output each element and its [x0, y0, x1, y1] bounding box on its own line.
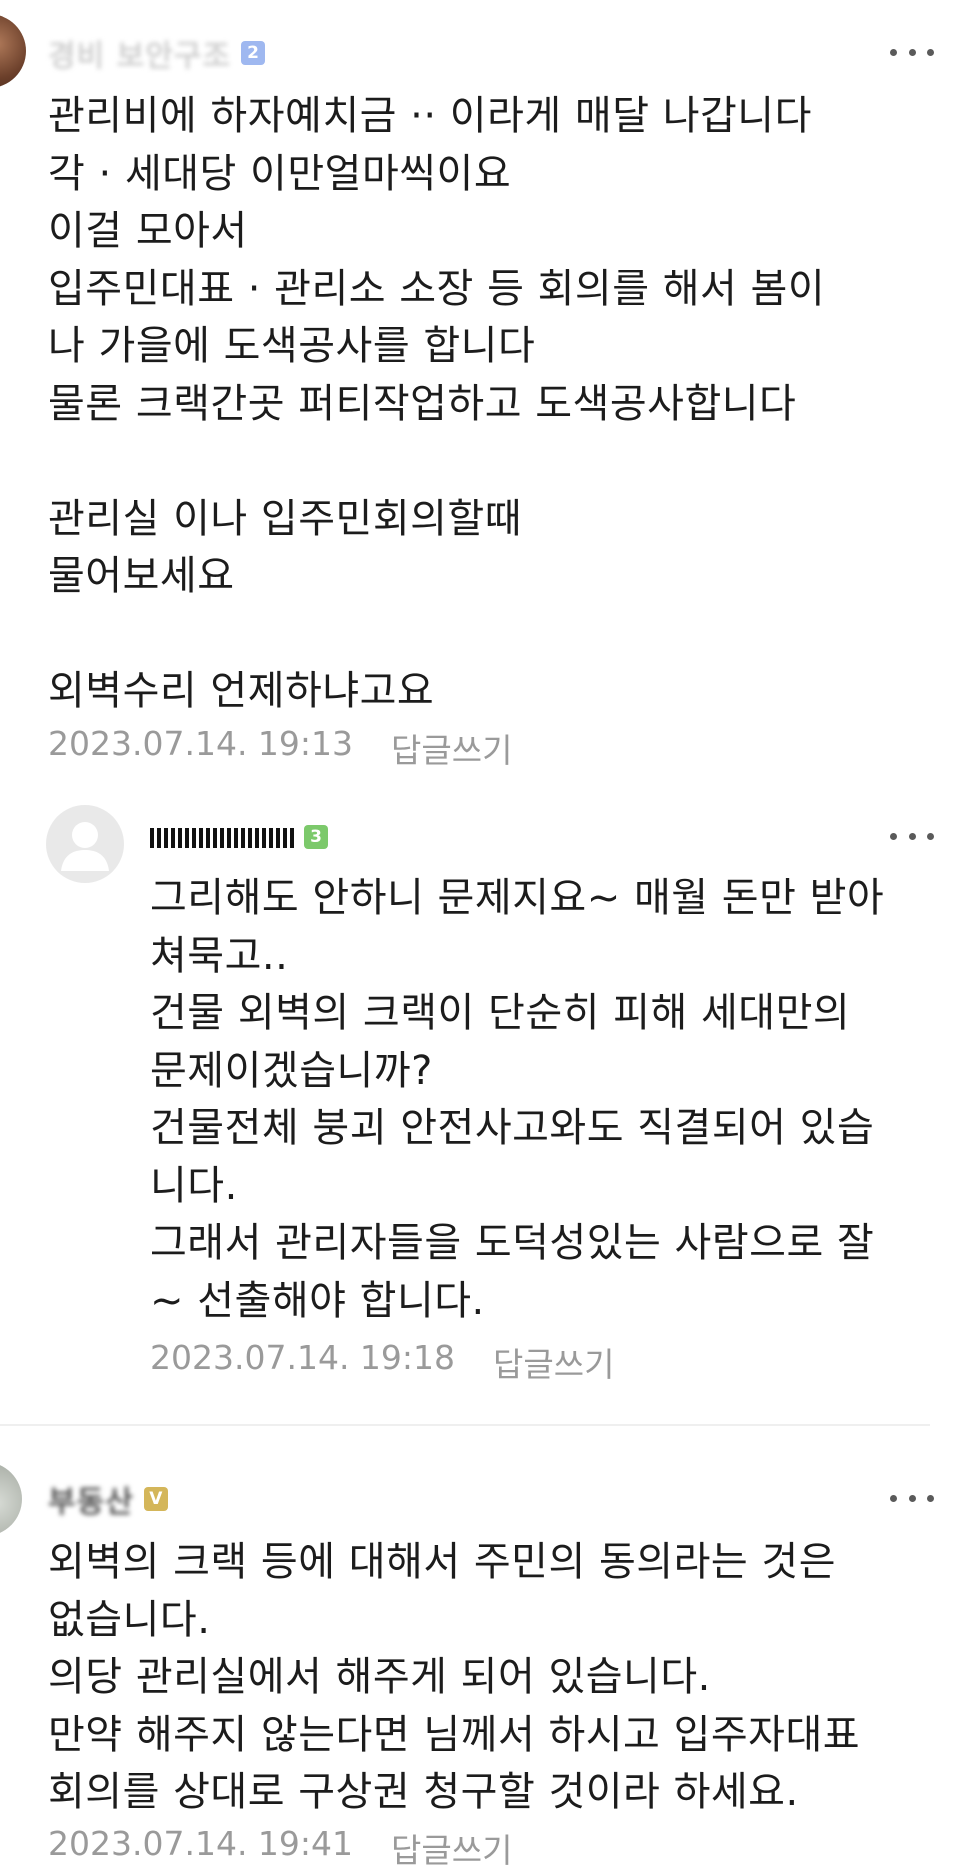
reply-button[interactable]: 답글쓰기	[391, 724, 512, 772]
comment-date: 2023.07.14. 19:13	[48, 724, 354, 763]
avatar[interactable]	[0, 14, 26, 88]
more-dots-icon[interactable]	[890, 42, 934, 62]
comment-meta: 2023.07.14. 19:18 답글쓰기	[150, 1338, 614, 1386]
reply-button[interactable]: 답글쓰기	[391, 1824, 512, 1872]
comment-author[interactable]: 경비 보안구조 2	[48, 36, 266, 74]
more-dots-icon[interactable]	[890, 1488, 934, 1508]
nickname[interactable]: 부동산	[48, 1477, 134, 1521]
comment-text: 외벽의 크랙 등에 대해서 주민의 동의라는 것은 없습니다. 의당 관리실에서…	[48, 1539, 861, 1815]
level-badge: 2	[241, 41, 266, 65]
reply-button[interactable]: 답글쓰기	[493, 1338, 614, 1386]
more-dots-icon[interactable]	[890, 826, 934, 846]
nickname[interactable]: 경비 보안구조	[48, 31, 231, 75]
user-silhouette-icon	[61, 822, 109, 871]
comment-date: 2023.07.14. 19:18	[150, 1338, 456, 1377]
comment-author[interactable]: 3	[150, 820, 328, 854]
comment-list: 경비 보안구조 2 관리비에 하자예치금 ·· 이라게 매달 나갑니다 각 · …	[0, 0, 966, 1872]
divider	[0, 1424, 930, 1426]
avatar[interactable]	[0, 1462, 22, 1536]
comment-meta: 2023.07.14. 19:41 답글쓰기	[48, 1824, 512, 1872]
level-badge: V	[143, 1487, 168, 1511]
comment-author[interactable]: 부동산 V	[48, 1482, 168, 1520]
comment-meta: 2023.07.14. 19:13 답글쓰기	[48, 724, 512, 772]
level-badge: 3	[304, 825, 328, 849]
avatar[interactable]	[46, 805, 124, 883]
comment-date: 2023.07.14. 19:41	[48, 1824, 354, 1863]
comment-text: 관리비에 하자예치금 ·· 이라게 매달 나갑니다 각 · 세대당 이만얼마씩이…	[48, 93, 826, 714]
comment-text: 그리해도 안하니 문제지요~ 매월 돈만 받아 쳐묵고.. 건물 외벽의 크랙이…	[150, 875, 885, 1324]
nickname-redacted[interactable]	[150, 826, 294, 848]
